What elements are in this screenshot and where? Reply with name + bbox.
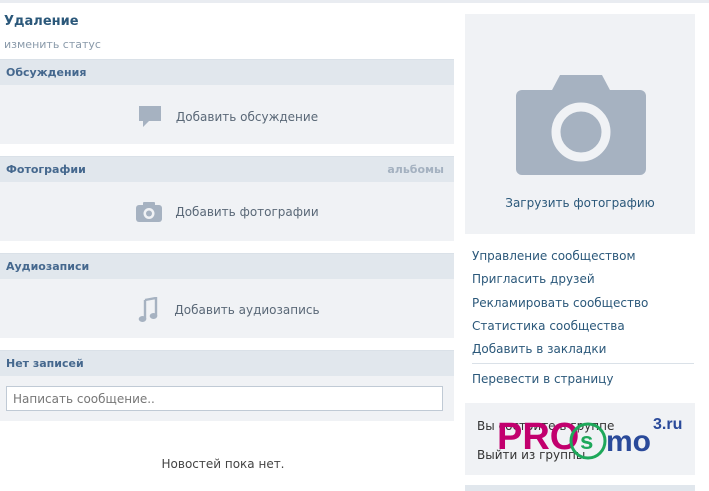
add-discussion-button[interactable]: Добавить обсуждение bbox=[0, 105, 454, 129]
invite-friends-link[interactable]: Пригласить друзей bbox=[472, 271, 648, 294]
group-actions: Управление сообществом Пригласить друзей… bbox=[472, 248, 648, 364]
speech-bubble-icon bbox=[136, 105, 164, 129]
add-photos-label: Добавить фотографии bbox=[175, 205, 319, 219]
promo-watermark-logo: PRO s mo 3.ru bbox=[497, 416, 682, 460]
page-title: Удаление bbox=[4, 14, 79, 29]
add-audio-button[interactable]: Добавить аудиозапись bbox=[0, 297, 454, 322]
watermark-pro: PRO bbox=[497, 416, 579, 458]
watermark-s: s bbox=[580, 428, 593, 455]
manage-community-link[interactable]: Управление сообществом bbox=[472, 248, 648, 271]
group-photo-placeholder[interactable]: Загрузить фотографию bbox=[465, 14, 695, 234]
music-note-icon bbox=[134, 297, 162, 322]
post-message-box[interactable] bbox=[6, 386, 443, 411]
photos-title: Фотографии bbox=[6, 163, 86, 176]
main-column: Удаление изменить статус Обсуждения Доба… bbox=[0, 0, 454, 491]
advertise-community-link[interactable]: Рекламировать сообщество bbox=[472, 295, 648, 318]
bottom-strip bbox=[465, 485, 695, 491]
camera-icon bbox=[516, 75, 646, 175]
discussions-body: Добавить обсуждение bbox=[0, 85, 454, 144]
audio-header[interactable]: Аудиозаписи bbox=[0, 253, 454, 279]
wall-header: Нет записей bbox=[0, 350, 454, 376]
audio-body: Добавить аудиозапись bbox=[0, 279, 454, 338]
change-status-link[interactable]: изменить статус bbox=[4, 38, 101, 51]
post-message-input[interactable] bbox=[7, 387, 442, 410]
upload-photo-link[interactable]: Загрузить фотографию bbox=[465, 196, 695, 210]
divider bbox=[472, 363, 694, 364]
photos-body: Добавить фотографии bbox=[0, 182, 454, 241]
add-discussion-label: Добавить обсуждение bbox=[175, 110, 319, 124]
add-bookmark-link[interactable]: Добавить в закладки bbox=[472, 341, 648, 364]
community-stats-link[interactable]: Статистика сообщества bbox=[472, 318, 648, 341]
albums-link[interactable]: альбомы bbox=[387, 163, 444, 176]
audio-title: Аудиозаписи bbox=[6, 260, 90, 273]
discussions-header[interactable]: Обсуждения bbox=[0, 59, 454, 85]
camera-icon bbox=[135, 200, 163, 224]
no-news-text: Новостей пока нет. bbox=[161, 457, 285, 471]
watermark-tld: 3.ru bbox=[653, 416, 682, 433]
wall-title: Нет записей bbox=[6, 357, 84, 370]
add-photos-button[interactable]: Добавить фотографии bbox=[0, 200, 454, 224]
convert-to-page-link[interactable]: Перевести в страницу bbox=[472, 372, 613, 386]
photos-header[interactable]: Фотографии альбомы bbox=[0, 156, 454, 182]
watermark-mo: mo bbox=[606, 425, 651, 458]
discussions-title: Обсуждения bbox=[6, 66, 87, 79]
add-audio-label: Добавить аудиозапись bbox=[174, 303, 320, 317]
